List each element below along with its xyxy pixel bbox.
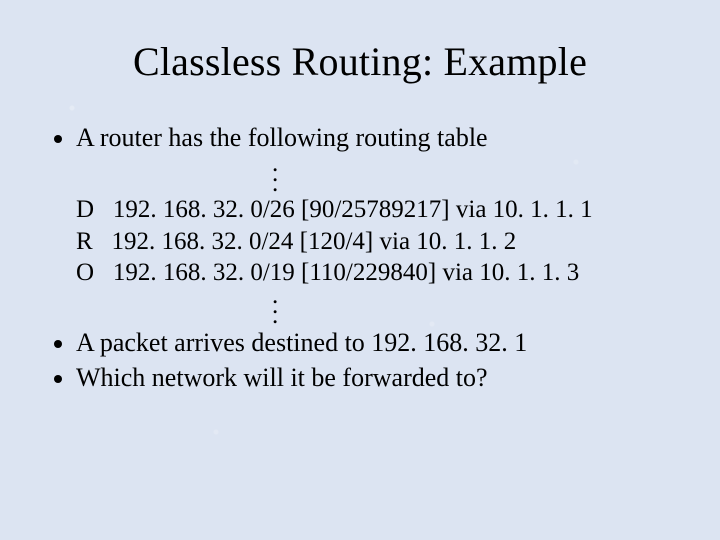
dot-icon: .: [272, 302, 680, 312]
route-code: O: [76, 259, 94, 286]
route-metric: [90/25789217]: [301, 196, 450, 223]
route-metric: [110/229840]: [301, 259, 436, 286]
dot-icon: .: [272, 292, 680, 302]
route-net: 192. 168. 32. 0/26: [113, 196, 295, 223]
route-code: R: [76, 228, 93, 255]
route-code: D: [76, 196, 94, 223]
slide: Classless Routing: Example A router has …: [0, 0, 720, 540]
bullet-q1: A packet arrives destined to 192. 168. 3…: [76, 326, 680, 359]
route-metric: [120/4]: [300, 228, 374, 255]
bullet-q2: Which network will it be forwarded to?: [76, 361, 680, 394]
dot-icon: .: [272, 170, 680, 180]
bullet-intro: A router has the following routing table: [76, 121, 680, 154]
dot-icon: .: [272, 160, 680, 170]
route-via: via 10. 1. 1. 1: [456, 196, 593, 223]
table-row: D 192. 168. 32. 0/26 [90/25789217] via 1…: [76, 194, 680, 225]
dot-icon: .: [272, 312, 680, 322]
table-row: O 192. 168. 32. 0/19 [110/229840] via 10…: [76, 257, 680, 288]
slide-title: Classless Routing: Example: [40, 38, 680, 85]
bullet-list: A router has the following routing table: [46, 121, 680, 154]
vertical-ellipsis-bottom: . . .: [76, 292, 680, 322]
route-via: via 10. 1. 1. 2: [380, 228, 517, 255]
routing-table: . . . D 192. 168. 32. 0/26 [90/25789217]…: [76, 160, 680, 322]
vertical-ellipsis-top: . . .: [76, 160, 680, 190]
table-row: R 192. 168. 32. 0/24 [120/4] via 10. 1. …: [76, 226, 680, 257]
route-net: 192. 168. 32. 0/24: [111, 228, 293, 255]
route-net: 192. 168. 32. 0/19: [113, 259, 295, 286]
route-via: via 10. 1. 1. 3: [442, 259, 579, 286]
bullet-list-questions: A packet arrives destined to 192. 168. 3…: [46, 326, 680, 395]
dot-icon: .: [272, 180, 680, 190]
